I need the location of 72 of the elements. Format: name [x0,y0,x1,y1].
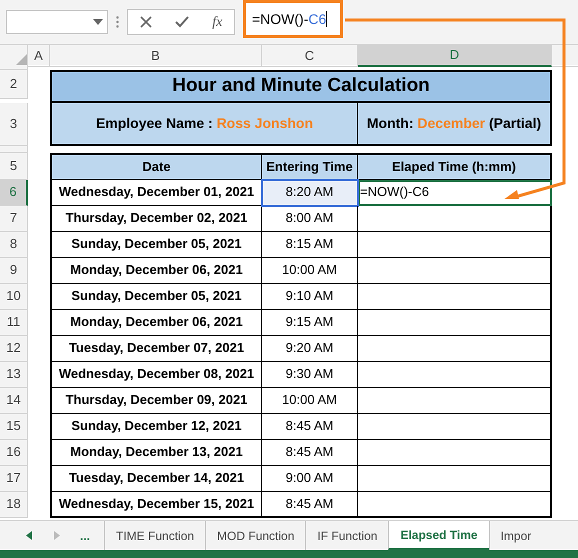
table-cell[interactable] [358,206,552,232]
row-header[interactable]: 6 [0,180,28,206]
table-cell: Monday, December 13, 2021 [50,440,262,466]
table-cell: Monday, December 06, 2021 [50,258,262,284]
row-header[interactable]: 17 [0,466,28,492]
table-cell[interactable] [358,362,552,388]
table-cell[interactable]: =NOW()-C6 [358,180,552,206]
row-header[interactable]: 10 [0,284,28,310]
column-heading: Date [50,152,262,180]
row-header[interactable]: 13 [0,362,28,388]
employee-name-cell: Employee Name : Ross Jonshon [50,102,358,146]
table-cell[interactable] [358,440,552,466]
table-cell: Wednesday, December 08, 2021 [50,362,262,388]
table-cell: 8:45 AM [262,492,358,518]
table-cell: 8:00 AM [262,206,358,232]
table-cell: 9:20 AM [262,336,358,362]
table-cell: 8:45 AM [262,414,358,440]
table-cell: Sunday, December 05, 2021 [50,284,262,310]
sheet-title: Hour and Minute Calculation [50,70,552,102]
row-header[interactable]: 15 [0,414,28,440]
table-cell[interactable] [358,310,552,336]
row-header[interactable]: 8 [0,232,28,258]
table-cell: 8:20 AM [262,180,358,206]
close-icon[interactable] [140,16,152,28]
table-cell: Thursday, December 09, 2021 [50,388,262,414]
table-cell[interactable] [358,492,552,518]
table-cell: Thursday, December 02, 2021 [50,206,262,232]
table-cell[interactable] [358,388,552,414]
row-header[interactable]: 9 [0,258,28,284]
table-cell[interactable] [358,258,552,284]
row-header[interactable]: 18 [0,492,28,518]
table-cell: 9:30 AM [262,362,358,388]
table-cell[interactable] [358,284,552,310]
table-cell: 9:00 AM [262,466,358,492]
table-cell[interactable] [358,414,552,440]
table-cell: Tuesday, December 07, 2021 [50,336,262,362]
dropdown-icon [93,19,103,25]
previous-sheet-icon[interactable] [26,531,32,540]
row-header[interactable]: 12 [0,336,28,362]
table-cell: 8:15 AM [262,232,358,258]
table-cell: 9:10 AM [262,284,358,310]
more-sheets-button[interactable]: ... [80,526,90,544]
table-cell: Sunday, December 05, 2021 [50,232,262,258]
column-header[interactable]: B [50,45,262,66]
row-header[interactable]: 2 [0,70,28,99]
insert-function-button[interactable]: fx [212,12,222,32]
table-cell: 9:15 AM [262,310,358,336]
column-header[interactable]: A [28,45,50,66]
table-cell: Monday, December 06, 2021 [50,310,262,336]
row-header[interactable]: 7 [0,206,28,232]
table-cell: Sunday, December 12, 2021 [50,414,262,440]
table-cell: Tuesday, December 14, 2021 [50,466,262,492]
table-cell[interactable] [358,466,552,492]
sheet-tab[interactable]: Elapsed Time [388,521,489,550]
row-header[interactable]: 3 [0,102,28,146]
column-heading: Elaped Time (h:mm) [358,152,552,180]
check-icon[interactable] [174,16,189,28]
table-cell: 8:45 AM [262,440,358,466]
row-header[interactable]: 5 [0,152,28,180]
table-cell[interactable] [358,232,552,258]
month-cell: Month: December (Partial) [358,102,552,146]
table-cell: 10:00 AM [262,258,358,284]
row-header[interactable]: 11 [0,310,28,336]
row-header[interactable]: 16 [0,440,28,466]
column-heading: Entering Time [262,152,358,180]
grip-icon [116,16,119,28]
table-cell[interactable] [358,336,552,362]
table-cell: Wednesday, December 15, 2021 [50,492,262,518]
row-header[interactable]: 14 [0,388,28,414]
column-header[interactable]: D [358,45,552,66]
formula-field[interactable]: =NOW()-C6 [243,0,343,38]
table-cell: 10:00 AM [262,388,358,414]
